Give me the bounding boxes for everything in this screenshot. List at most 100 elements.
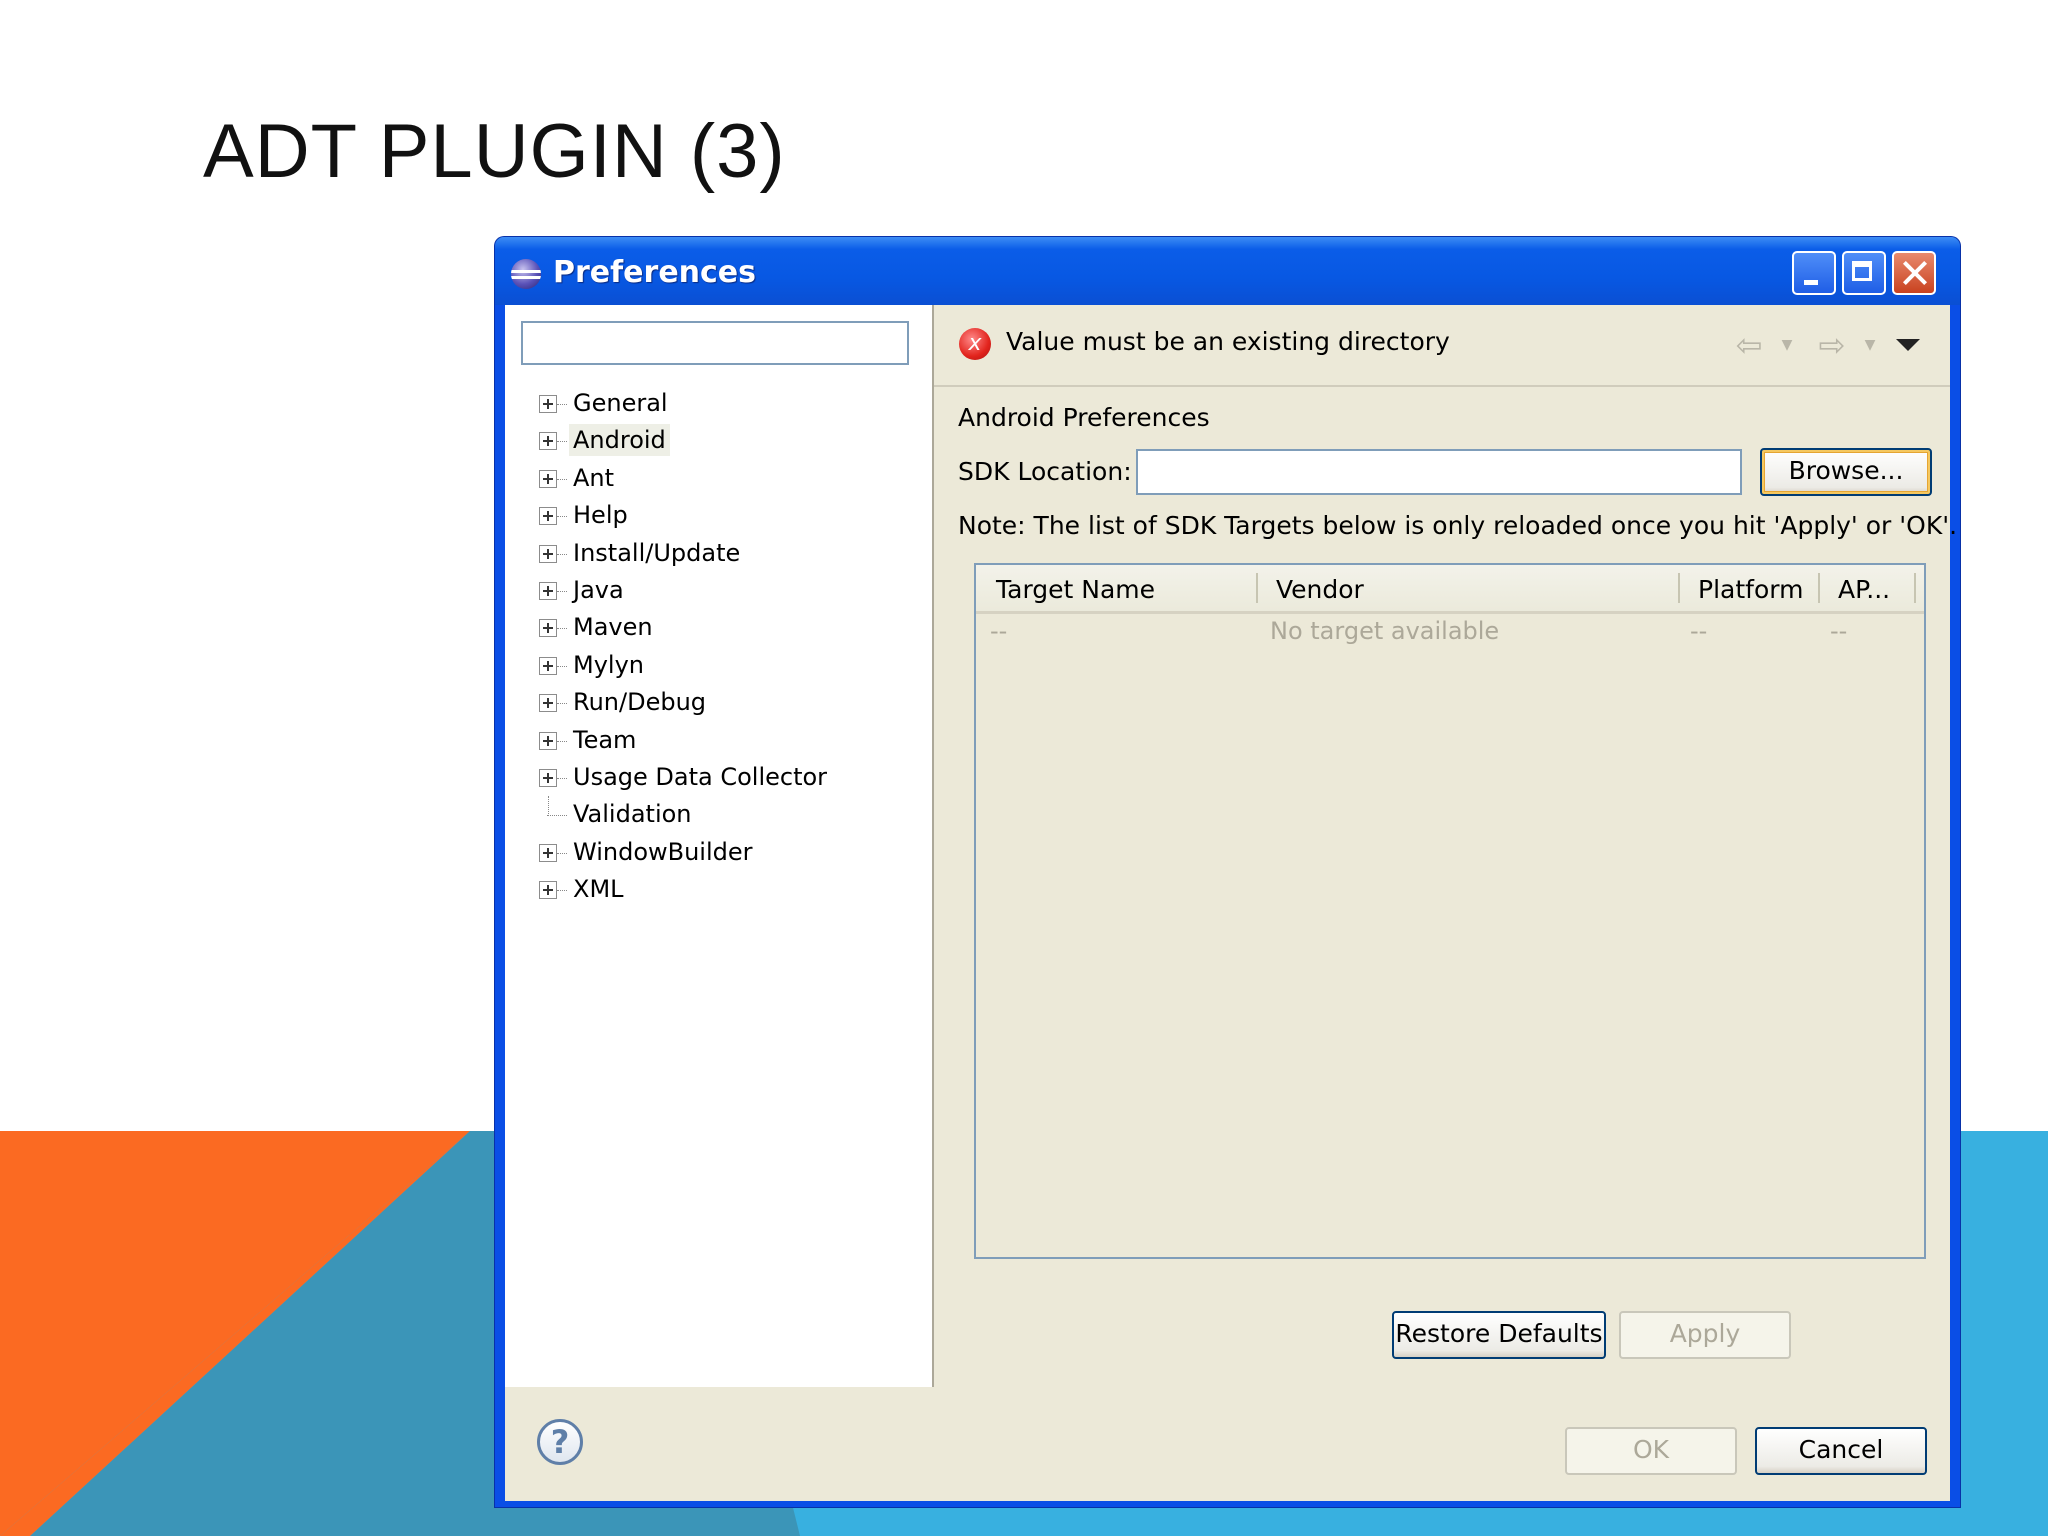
ok-button[interactable]: OK <box>1565 1427 1737 1475</box>
tree-item-label: Mylyn <box>573 650 644 679</box>
tree-connector <box>557 703 567 705</box>
tree-item[interactable]: Mylyn <box>505 647 925 683</box>
sdk-note: Note: The list of SDK Targets below is o… <box>958 511 1958 540</box>
help-icon[interactable]: ? <box>537 1419 583 1465</box>
expand-icon[interactable] <box>539 619 557 638</box>
close-button[interactable] <box>1892 251 1936 295</box>
tree-connector <box>557 890 567 892</box>
sdk-location-input[interactable] <box>1136 449 1742 495</box>
tree-connector <box>557 628 567 630</box>
slide-title: ADT PLUGIN (3) <box>203 109 786 194</box>
preference-page: x Value must be an existing directory ⇦ … <box>934 305 1957 1387</box>
tree-item-label: Validation <box>573 800 692 829</box>
expand-icon[interactable] <box>539 881 557 900</box>
column-separator[interactable] <box>1818 573 1820 603</box>
error-icon: x <box>959 328 991 360</box>
column-separator[interactable] <box>1256 573 1258 603</box>
tree-item-label: General <box>573 389 668 417</box>
tree-item-label: Ant <box>573 463 615 492</box>
tree-item-label: Team <box>573 725 637 754</box>
tree-connector <box>548 796 549 817</box>
forward-arrow-icon[interactable]: ⇨ <box>1814 327 1850 363</box>
maximize-button[interactable] <box>1842 251 1886 295</box>
error-message: Value must be an existing directory <box>1006 327 1450 356</box>
back-arrow-icon[interactable]: ⇦ <box>1731 327 1767 363</box>
table-cell-target-name: -- <box>990 617 1008 645</box>
column-header-api[interactable]: AP... <box>1838 575 1890 604</box>
message-area: x Value must be an existing directory ⇦ … <box>934 305 1950 387</box>
tree-connector <box>557 441 567 443</box>
tree-item-label: Maven <box>573 613 653 642</box>
minimize-button[interactable] <box>1792 251 1836 295</box>
expand-icon[interactable] <box>539 469 557 488</box>
browse-button[interactable]: Browse... <box>1760 448 1932 496</box>
apply-button[interactable]: Apply <box>1619 1311 1791 1359</box>
tree-connector <box>557 740 567 742</box>
tree-item-label: Install/Update <box>573 538 741 567</box>
restore-defaults-button[interactable]: Restore Defaults <box>1392 1311 1606 1359</box>
sdk-targets-table[interactable]: Target Name Vendor Platform AP... -- No … <box>974 563 1926 1259</box>
tree-connector <box>557 478 567 480</box>
tree-item-label: Run/Debug <box>573 688 707 717</box>
tree-item[interactable]: Usage Data Collector <box>505 759 925 795</box>
preference-tree-pane: General Android Ant Help Install/Update Java M… <box>505 305 934 1387</box>
tree-item[interactable]: Ant <box>505 460 925 496</box>
tree-item[interactable]: Maven <box>505 609 925 645</box>
tree-connector <box>557 516 567 518</box>
table-header: Target Name Vendor Platform AP... <box>976 565 1924 614</box>
tree-item[interactable]: WindowBuilder <box>505 834 925 870</box>
table-cell-vendor: No target available <box>1270 617 1500 645</box>
tree-item-label: XML <box>573 875 624 904</box>
title-bar[interactable]: Preferences <box>495 237 1960 305</box>
tree-item-label: Android <box>569 424 670 457</box>
filter-input[interactable] <box>521 321 909 365</box>
back-dropdown-icon[interactable]: ▼ <box>1769 327 1805 363</box>
cancel-button[interactable]: Cancel <box>1755 1427 1927 1475</box>
table-cell-api: -- <box>1830 617 1848 645</box>
table-cell-platform: -- <box>1690 617 1708 645</box>
expand-icon[interactable] <box>539 694 557 713</box>
expand-icon[interactable] <box>539 769 557 787</box>
tree-connector <box>547 815 567 817</box>
tree-connector <box>557 404 567 405</box>
view-menu-icon[interactable] <box>1896 339 1920 351</box>
expand-icon[interactable] <box>539 395 557 413</box>
tree-item-label: Help <box>573 501 628 530</box>
tree-connector <box>557 665 567 667</box>
expand-icon[interactable] <box>539 507 557 526</box>
expand-icon[interactable] <box>539 544 557 563</box>
tree-item-label: Java <box>573 576 624 604</box>
dialog-client-area: General Android Ant Help Install/Update Java M… <box>505 305 1957 1501</box>
column-separator[interactable] <box>1678 573 1680 603</box>
tree-connector <box>557 778 567 779</box>
column-separator[interactable] <box>1914 573 1916 603</box>
expand-icon[interactable] <box>539 432 557 451</box>
tree-item[interactable]: Validation <box>505 796 925 832</box>
expand-icon[interactable] <box>539 582 557 600</box>
expand-icon[interactable] <box>539 656 557 675</box>
tree-item-label: Usage Data Collector <box>573 763 828 791</box>
column-header-vendor[interactable]: Vendor <box>1276 575 1364 604</box>
tree-connector <box>557 553 567 555</box>
tree-item[interactable]: Run/Debug <box>505 684 925 720</box>
tree-item[interactable]: Install/Update <box>505 535 925 571</box>
page-action-row: Restore Defaults Apply <box>934 1311 1950 1361</box>
tree-connector <box>557 852 567 854</box>
tree-item-label: WindowBuilder <box>573 837 753 866</box>
expand-icon[interactable] <box>539 843 557 862</box>
tree-item[interactable]: Team <box>505 722 925 758</box>
column-header-platform[interactable]: Platform <box>1698 575 1803 604</box>
preferences-dialog: Preferences General Android Ant Help Install… <box>495 237 1960 1507</box>
dialog-footer: ? OK Cancel <box>505 1389 1950 1501</box>
tree-item[interactable]: Android <box>505 422 925 458</box>
tree-item[interactable]: Java <box>505 572 925 608</box>
window-title: Preferences <box>553 255 757 290</box>
tree-connector <box>557 591 567 592</box>
column-header-target-name[interactable]: Target Name <box>996 575 1155 604</box>
tree-item[interactable]: Help <box>505 497 925 533</box>
tree-item[interactable]: XML <box>505 871 925 907</box>
expand-icon[interactable] <box>539 731 557 750</box>
forward-dropdown-icon[interactable]: ▼ <box>1852 327 1888 363</box>
tree-item[interactable]: General <box>505 385 925 421</box>
page-title: Android Preferences <box>958 403 1210 432</box>
